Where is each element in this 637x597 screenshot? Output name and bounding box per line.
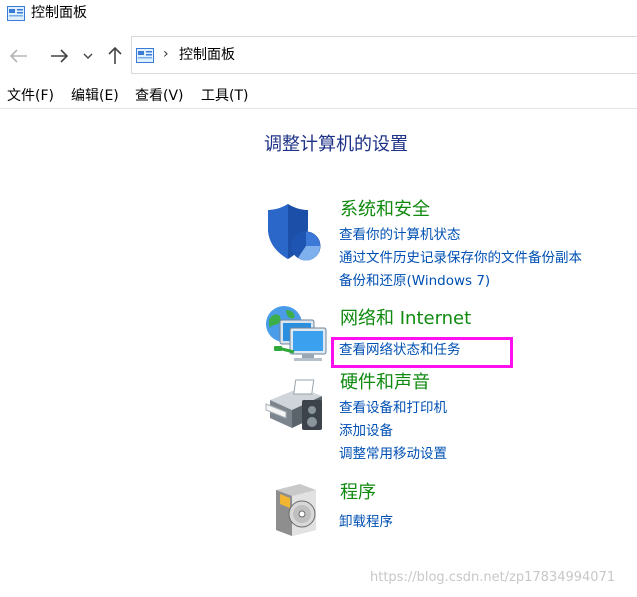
up-button[interactable] [103,42,127,70]
printer-icon [265,379,322,430]
link-view-computer-status[interactable]: 查看你的计算机状态 [339,226,461,244]
forward-button[interactable] [47,42,71,70]
link-view-network-status[interactable]: 查看网络状态和任务 [339,341,461,359]
menu-tools[interactable]: 工具(T) [201,86,248,106]
category-title-programs[interactable]: 程序 [340,482,376,504]
menu-bar: 文件(F) 编辑(E) 查看(V) 工具(T) [0,84,637,109]
menu-view[interactable]: 查看(V) [135,86,184,106]
control-panel-icon [136,48,154,63]
navigation-bar: › 控制面板 [0,36,637,76]
page-title: 调整计算机的设置 [264,134,408,155]
arrow-right-icon [51,49,68,63]
breadcrumb-separator[interactable]: › [163,46,169,62]
link-uninstall-program[interactable]: 卸载程序 [339,513,393,531]
programs-icon [276,484,316,536]
back-button[interactable] [7,42,31,70]
watermark: https://blog.csdn.net/zp17834994071 [370,570,616,585]
arrow-left-icon [10,49,27,63]
network-icon [266,306,327,361]
menu-edit[interactable]: 编辑(E) [71,86,119,106]
category-title-hardware-sound[interactable]: 硬件和声音 [340,372,430,394]
address-bar[interactable]: › 控制面板 [131,36,637,74]
chevron-down-icon [83,53,93,59]
link-mobility-settings[interactable]: 调整常用移动设置 [339,445,447,463]
link-backup-restore[interactable]: 备份和还原(Windows 7) [339,272,490,290]
recent-locations-button[interactable] [78,42,98,70]
link-add-device[interactable]: 添加设备 [339,422,393,440]
link-devices-printers[interactable]: 查看设备和打印机 [339,399,447,417]
breadcrumb-control-panel[interactable]: 控制面板 [179,46,235,64]
control-panel-icon [7,6,25,21]
category-title-network-internet[interactable]: 网络和 Internet [340,308,471,330]
window-title: 控制面板 [31,5,87,21]
category-title-system-security[interactable]: 系统和安全 [340,199,430,221]
link-file-history-backup[interactable]: 通过文件历史记录保存你的文件备份副本 [339,249,582,267]
menu-file[interactable]: 文件(F) [7,86,54,106]
arrow-up-icon [108,47,122,64]
title-bar: 控制面板 [0,0,637,32]
shield-icon [268,204,321,261]
